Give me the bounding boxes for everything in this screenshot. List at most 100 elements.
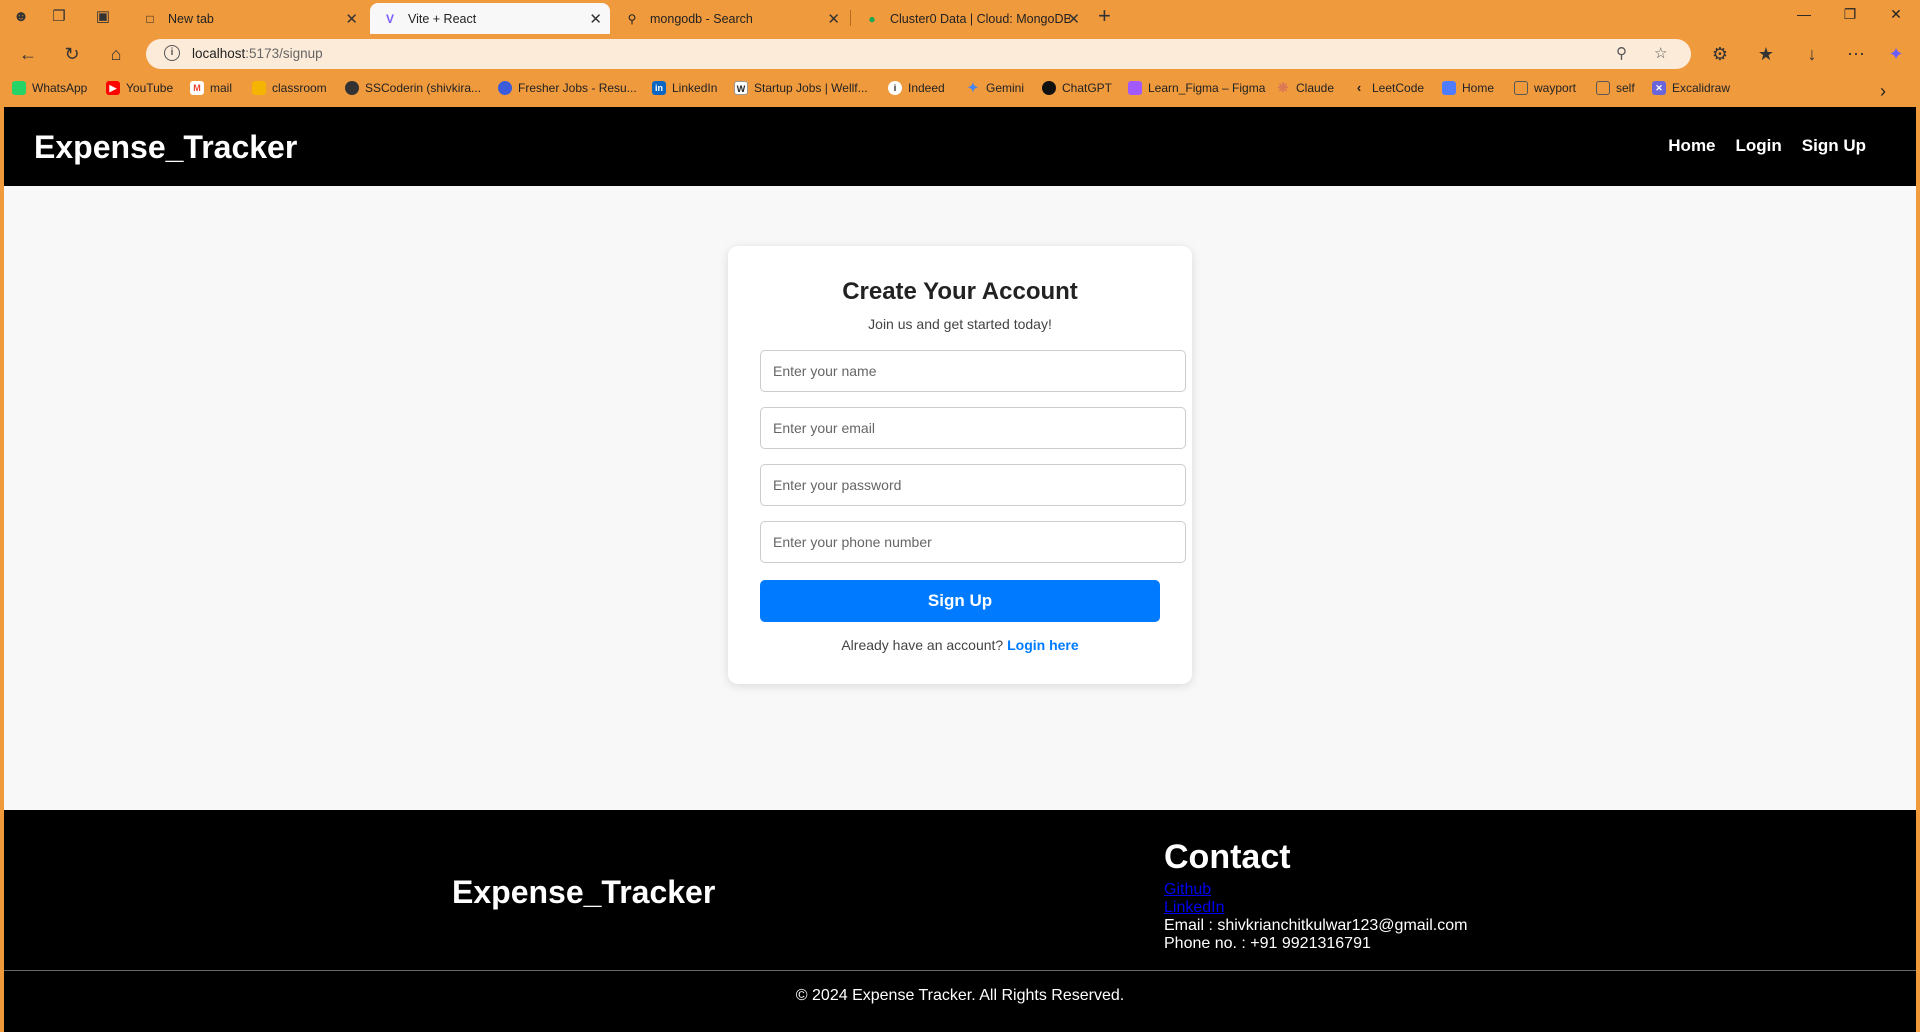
tab-label: Vite + React [408, 11, 477, 26]
leetcode-icon: ‹ [1356, 80, 1362, 95]
tab-new-tab[interactable]: □ New tab ✕ [130, 3, 366, 34]
tab-actions-icon[interactable]: ▣ [92, 6, 114, 28]
favorite-star-icon[interactable]: ☆ [1654, 44, 1667, 62]
folder-icon [1596, 81, 1610, 95]
new-tab-page-icon: □ [146, 11, 154, 26]
bookmark-self[interactable]: self [1596, 81, 1635, 95]
tab-separator [850, 10, 851, 26]
bookmark-home[interactable]: Home [1442, 81, 1494, 95]
contact-email: Email : shivkrianchitkulwar123@gmail.com [1164, 917, 1468, 934]
footer-brand: Expense_Tracker [452, 874, 716, 910]
classroom-icon [252, 81, 266, 95]
github-link[interactable]: Github [1164, 881, 1467, 899]
tab-label: Cluster0 Data | Cloud: MongoDB [890, 11, 1070, 26]
extensions-icon[interactable]: ⚙ [1708, 42, 1732, 66]
bookmark-fresher-jobs[interactable]: Fresher Jobs - Resu... [498, 81, 637, 95]
footer-divider [4, 970, 1916, 971]
address-bar[interactable]: i localhost:5173/signup ⚲ ☆ [146, 39, 1691, 69]
github-icon [345, 81, 359, 95]
new-tab-plus-icon[interactable]: + [1098, 4, 1111, 28]
bookmark-classroom[interactable]: classroom [252, 81, 327, 95]
signup-button[interactable]: Sign Up [760, 580, 1160, 622]
nav-login-link[interactable]: Login [1736, 136, 1782, 156]
bookmark-youtube[interactable]: ▶ YouTube [106, 81, 173, 95]
bookmark-mail[interactable]: Mmail [190, 81, 232, 95]
bookmark-gemini[interactable]: ✦ Gemini [966, 80, 1024, 96]
signup-title: Create Your Account [842, 278, 1078, 305]
more-menu-icon[interactable]: ⋯ [1844, 42, 1868, 66]
bookmark-leetcode[interactable]: ‹ LeetCode [1352, 80, 1424, 96]
login-prompt-text: Already have an account? [841, 637, 1004, 653]
home-icon[interactable]: ⌂ [104, 42, 128, 66]
profile-icon[interactable]: ☻ [10, 6, 32, 28]
figma-icon [1128, 81, 1142, 95]
minimize-icon[interactable]: — [1794, 6, 1814, 22]
phone-input[interactable] [760, 521, 1186, 563]
email-input[interactable] [760, 407, 1186, 449]
copyright-text: © 2024 Expense Tracker. All Rights Reser… [795, 987, 1125, 1004]
contact-phone: Phone no. : +91 9921316791 [1164, 935, 1371, 952]
bookmark-wayport[interactable]: wayport [1514, 81, 1576, 95]
tab-label: New tab [168, 11, 214, 26]
password-input[interactable] [760, 464, 1186, 506]
folder-icon [1514, 81, 1528, 95]
password-key-icon[interactable]: ⚲ [1616, 44, 1627, 62]
tab-label: mongodb - Search [650, 11, 753, 26]
window-close-icon[interactable]: ✕ [1886, 6, 1906, 23]
bookmarks-overflow-chevron-icon[interactable]: › [1880, 81, 1886, 102]
back-arrow-icon[interactable]: ← [16, 42, 40, 66]
bookmark-claude[interactable]: ❋ Claude [1276, 81, 1334, 96]
bookmark-indeed[interactable]: i Indeed [888, 81, 945, 95]
reload-icon[interactable]: ↻ [60, 42, 84, 66]
whatsapp-icon [12, 81, 26, 95]
workspaces-icon[interactable]: ❐ [48, 6, 70, 28]
mongodb-icon: ● [868, 11, 876, 26]
web-page: Expense_Tracker Home Login Sign Up Creat… [4, 107, 1916, 1032]
bookmark-figma[interactable]: Learn_Figma – Figma [1128, 81, 1265, 95]
close-icon[interactable]: ✕ [589, 10, 602, 28]
wellfound-icon: W [734, 81, 748, 95]
tab-vite-react[interactable]: V Vite + React ✕ [370, 3, 610, 34]
gemini-icon: ✦ [967, 80, 979, 95]
bookmark-sscoderin[interactable]: SSCoderin (shivkira... [345, 81, 481, 95]
bookmark-startup-jobs[interactable]: W Startup Jobs | Wellf... [734, 81, 868, 95]
close-icon[interactable]: ✕ [345, 10, 358, 28]
copilot-icon[interactable]: ✦ [1884, 42, 1908, 66]
restore-icon[interactable]: ❐ [1840, 6, 1860, 23]
chatgpt-icon [1042, 81, 1056, 95]
home-bookmark-icon [1442, 81, 1456, 95]
tab-mongodb-search[interactable]: ⚲ mongodb - Search ✕ [612, 3, 848, 34]
bookmarks-bar: WhatsApp ▶ YouTube Mmail classroom SSCode… [0, 78, 1920, 102]
login-prompt: Already have an account? Login here [728, 637, 1192, 653]
tab-bar: ☻ ❐ ▣ □ New tab ✕ V Vite + React ✕ ⚲ mon… [0, 0, 1920, 34]
bookmark-chatgpt[interactable]: ChatGPT [1042, 81, 1112, 95]
fresher-jobs-icon [498, 81, 512, 95]
contact-title: Contact [1164, 838, 1291, 876]
indeed-icon: i [888, 81, 902, 95]
close-icon[interactable]: ✕ [827, 10, 840, 28]
bookmark-whatsapp[interactable]: WhatsApp [12, 81, 87, 95]
site-footer: Expense_Tracker Contact Github LinkedIn … [4, 810, 1916, 1032]
bookmark-excalidraw[interactable]: ✕ Excalidraw [1652, 81, 1730, 95]
nav-home-link[interactable]: Home [1668, 136, 1715, 156]
gmail-icon: M [190, 81, 204, 95]
name-input[interactable] [760, 350, 1186, 392]
url-text: localhost:5173/signup [192, 46, 323, 61]
favorites-icon[interactable]: ★ [1754, 42, 1778, 66]
excalidraw-icon: ✕ [1652, 81, 1666, 95]
browser-toolbar: ← ↻ ⌂ i localhost:5173/signup ⚲ ☆ ⚙ ★ ↓ … [0, 34, 1920, 74]
youtube-icon: ▶ [106, 81, 120, 95]
download-icon[interactable]: ↓ [1800, 42, 1824, 66]
site-brand[interactable]: Expense_Tracker [34, 129, 297, 166]
linkedin-link[interactable]: LinkedIn [1164, 899, 1467, 917]
linkedin-icon: in [652, 81, 666, 95]
login-here-link[interactable]: Login here [1007, 637, 1079, 653]
nav-signup-link[interactable]: Sign Up [1802, 136, 1866, 156]
bookmark-linkedin[interactable]: in LinkedIn [652, 81, 717, 95]
footer-contact: Contact Github LinkedIn Email : shivkria… [1164, 838, 1467, 953]
site-info-icon[interactable]: i [164, 45, 180, 61]
site-header: Expense_Tracker Home Login Sign Up [4, 107, 1916, 186]
tab-cluster0[interactable]: ● Cluster0 Data | Cloud: MongoDB ✕ [852, 3, 1088, 34]
close-icon[interactable]: ✕ [1067, 10, 1080, 28]
signup-subtitle: Join us and get started today! [868, 316, 1052, 332]
